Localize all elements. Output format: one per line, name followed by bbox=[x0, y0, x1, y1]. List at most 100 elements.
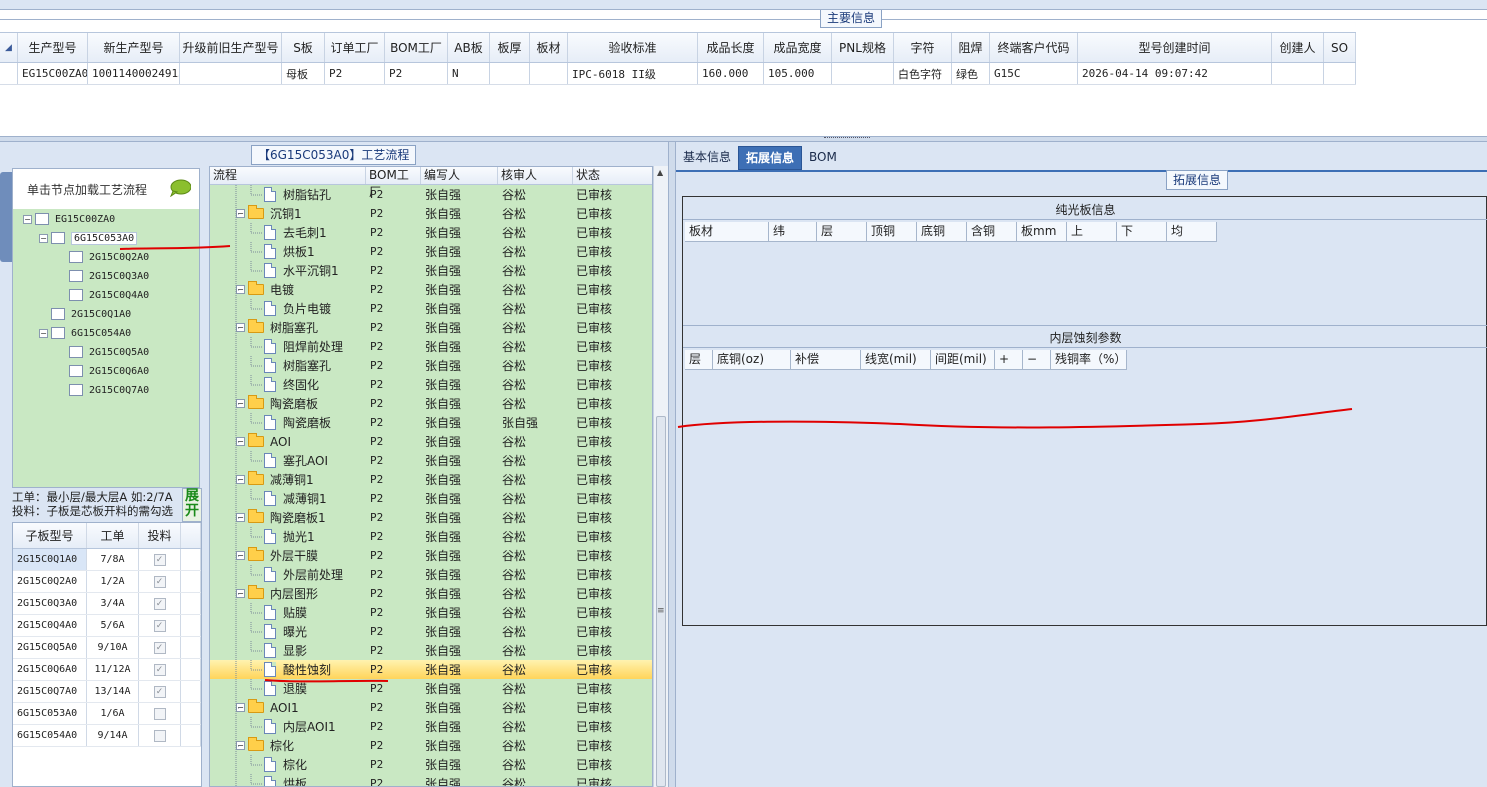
tree-collapse-icon[interactable]: − bbox=[39, 233, 48, 243]
main-grid-cell-1[interactable]: EG15C00ZA0 bbox=[18, 63, 88, 84]
tree-node-label[interactable]: 2G15C0Q2A0 bbox=[89, 252, 149, 263]
main-grid-cell-18[interactable] bbox=[1272, 63, 1324, 84]
tree-node[interactable]: 2G15C0Q3A0 bbox=[69, 267, 149, 285]
flow-step-row[interactable]: 内层AOI1 P2 张自强 谷松 已审核 bbox=[210, 717, 652, 736]
feed-checkbox-cell[interactable]: ✓ bbox=[139, 615, 181, 636]
flow-step-row[interactable]: 树脂钻孔 P2 张自强 谷松 已审核 bbox=[210, 185, 652, 204]
main-grid-header-17[interactable]: 型号创建时间 bbox=[1078, 33, 1272, 62]
flow-step-row[interactable]: 烘板1 P2 张自强 谷松 已审核 bbox=[210, 242, 652, 261]
flow-step-row[interactable]: − 沉铜1 P2 张自强 谷松 已审核 bbox=[210, 204, 652, 223]
sub-grid-row[interactable]: 2G15C0Q5A0 9/10A ✓ bbox=[13, 637, 201, 659]
checkbox-checked-icon[interactable]: ✓ bbox=[153, 597, 166, 610]
checkbox-checked-icon[interactable]: ✓ bbox=[153, 641, 166, 654]
main-grid-header-7[interactable]: AB板 bbox=[448, 33, 490, 62]
flow-step-row[interactable]: − 陶瓷磨板 P2 张自强 谷松 已审核 bbox=[210, 394, 652, 413]
scroll-up-arrow-icon[interactable]: ▲ bbox=[657, 168, 663, 177]
flow-step-row[interactable]: 去毛刺1 P2 张自强 谷松 已审核 bbox=[210, 223, 652, 242]
main-grid-cell-9[interactable] bbox=[530, 63, 568, 84]
main-grid-cell-10[interactable]: IPC-6018 II级 bbox=[568, 63, 698, 84]
sub-grid-row[interactable]: 2G15C0Q2A0 1/2A ✓ bbox=[13, 571, 201, 593]
flow-step-row[interactable]: 酸性蚀刻 P2 张自强 谷松 已审核 bbox=[210, 660, 652, 679]
main-grid-cell-14[interactable]: 白色字符 bbox=[894, 63, 952, 84]
main-grid-header-2[interactable]: 新生产型号 bbox=[88, 33, 180, 62]
main-grid-header-11[interactable]: 成品长度 bbox=[698, 33, 764, 62]
flow-header-cell[interactable]: 编写人 bbox=[421, 167, 498, 184]
flow-step-row[interactable]: 塞孔AOI P2 张自强 谷松 已审核 bbox=[210, 451, 652, 470]
sub-grid-row[interactable]: 2G15C0Q4A0 5/6A ✓ bbox=[13, 615, 201, 637]
main-grid-header-19[interactable]: SO bbox=[1324, 33, 1356, 62]
main-grid-cell-13[interactable] bbox=[832, 63, 894, 84]
flow-step-row[interactable]: 水平沉铜1 P2 张自强 谷松 已审核 bbox=[210, 261, 652, 280]
tree-node[interactable]: 2G15C0Q1A0 bbox=[51, 305, 131, 323]
sub-grid-header-cell[interactable]: 投料 bbox=[139, 523, 181, 548]
tree-node[interactable]: − EG15C00ZA0 bbox=[23, 210, 115, 228]
tree-node-label[interactable]: EG15C00ZA0 bbox=[55, 214, 115, 225]
main-grid-header-9[interactable]: 板材 bbox=[530, 33, 568, 62]
sub-grid-header-cell[interactable]: 工单 bbox=[87, 523, 139, 548]
flow-step-row[interactable]: − 内层图形 P2 张自强 谷松 已审核 bbox=[210, 584, 652, 603]
main-grid-cell-5[interactable]: P2 bbox=[325, 63, 385, 84]
tree-node-label[interactable]: 6G15C054A0 bbox=[71, 328, 131, 339]
main-grid-cell-2[interactable]: 10011400024915 bbox=[88, 63, 180, 84]
main-grid-data-row[interactable]: EG15C00ZA0 10011400024915 母板 P2 P2 N IPC-6018 … bbox=[0, 63, 1356, 85]
tree-node[interactable]: 2G15C0Q4A0 bbox=[69, 286, 149, 304]
flow-header-cell[interactable]: BOM工厂 bbox=[366, 167, 421, 199]
checkbox-checked-icon[interactable]: ✓ bbox=[153, 685, 166, 698]
sub-grid-row[interactable]: 2G15C0Q1A0 7/8A ✓ bbox=[13, 549, 201, 571]
main-grid-cell-6[interactable]: P2 bbox=[385, 63, 448, 84]
sub-grid-row[interactable]: 2G15C0Q3A0 3/4A ✓ bbox=[13, 593, 201, 615]
main-grid-header-6[interactable]: BOM工厂 bbox=[385, 33, 448, 62]
main-grid-header-12[interactable]: 成品宽度 bbox=[764, 33, 832, 62]
main-grid-header-14[interactable]: 字符 bbox=[894, 33, 952, 62]
checkbox-checked-icon[interactable]: ✓ bbox=[153, 619, 166, 632]
flow-step-row[interactable]: 外层前处理 P2 张自强 谷松 已审核 bbox=[210, 565, 652, 584]
expand-button[interactable]: 展开 bbox=[182, 488, 202, 522]
feed-checkbox-cell[interactable]: ✓ bbox=[139, 681, 181, 702]
tree-node-label[interactable]: 6G15C053A0 bbox=[71, 231, 138, 245]
tree-node-label[interactable]: 2G15C0Q1A0 bbox=[71, 309, 131, 320]
flow-step-row[interactable]: − 棕化 P2 张自强 谷松 已审核 bbox=[210, 736, 652, 755]
tree-collapse-icon[interactable]: − bbox=[23, 214, 32, 224]
feed-checkbox-cell[interactable]: ✓ bbox=[139, 659, 181, 680]
vertical-splitter[interactable] bbox=[668, 142, 676, 787]
tree-collapse-icon[interactable]: − bbox=[39, 328, 48, 338]
main-grid-cell-19[interactable] bbox=[1324, 63, 1356, 84]
checkbox-unchecked-icon[interactable] bbox=[153, 729, 166, 742]
feed-checkbox-cell[interactable]: ✓ bbox=[139, 593, 181, 614]
tree-node[interactable]: − 6G15C053A0 bbox=[39, 229, 138, 247]
tree-node-label[interactable]: 2G15C0Q7A0 bbox=[89, 385, 149, 396]
flow-step-row[interactable]: 树脂塞孔 P2 张自强 谷松 已审核 bbox=[210, 356, 652, 375]
tree-node-label[interactable]: 2G15C0Q3A0 bbox=[89, 271, 149, 282]
checkbox-checked-icon[interactable]: ✓ bbox=[153, 553, 166, 566]
flow-step-row[interactable]: − 减薄铜1 P2 张自强 谷松 已审核 bbox=[210, 470, 652, 489]
tree-node[interactable]: 2G15C0Q6A0 bbox=[69, 362, 149, 380]
flow-scrollbar[interactable]: ▲ ≡ bbox=[653, 166, 668, 787]
sub-grid-header-cell[interactable] bbox=[181, 523, 201, 548]
tree-node-label[interactable]: 2G15C0Q6A0 bbox=[89, 366, 149, 377]
tab-2[interactable]: BOM bbox=[802, 146, 844, 170]
flow-step-row[interactable]: 显影 P2 张自强 谷松 已审核 bbox=[210, 641, 652, 660]
checkbox-unchecked-icon[interactable] bbox=[153, 707, 166, 720]
main-grid-header-13[interactable]: PNL规格 bbox=[832, 33, 894, 62]
main-grid-header-1[interactable]: 生产型号 bbox=[18, 33, 88, 62]
tree-node[interactable]: 2G15C0Q5A0 bbox=[69, 343, 149, 361]
main-grid-cell-7[interactable]: N bbox=[448, 63, 490, 84]
checkbox-checked-icon[interactable]: ✓ bbox=[153, 663, 166, 676]
flow-step-row[interactable]: − 陶瓷磨板1 P2 张自强 谷松 已审核 bbox=[210, 508, 652, 527]
feed-checkbox-cell[interactable]: ✓ bbox=[139, 549, 181, 570]
flow-step-row[interactable]: − 电镀 P2 张自强 谷松 已审核 bbox=[210, 280, 652, 299]
flow-step-row[interactable]: 负片电镀 P2 张自强 谷松 已审核 bbox=[210, 299, 652, 318]
feed-checkbox-cell[interactable]: ✓ bbox=[139, 637, 181, 658]
main-grid-cell-0[interactable] bbox=[0, 63, 18, 84]
main-grid-cell-16[interactable]: G15C bbox=[990, 63, 1078, 84]
flow-step-row[interactable]: 烘板 P2 张自强 谷松 已审核 bbox=[210, 774, 652, 786]
sub-grid-row[interactable]: 2G15C0Q6A0 11/12A ✓ bbox=[13, 659, 201, 681]
main-grid-cell-17[interactable]: 2026-04-14 09:07:42 bbox=[1078, 63, 1272, 84]
flow-header-cell[interactable]: 状态 bbox=[573, 167, 652, 184]
flow-step-row[interactable]: − 外层干膜 P2 张自强 谷松 已审核 bbox=[210, 546, 652, 565]
main-grid-header-18[interactable]: 创建人 bbox=[1272, 33, 1324, 62]
scroll-thumb[interactable] bbox=[656, 416, 666, 787]
main-grid-cell-12[interactable]: 105.000 bbox=[764, 63, 832, 84]
main-grid-cell-15[interactable]: 绿色 bbox=[952, 63, 990, 84]
main-grid-cell-8[interactable] bbox=[490, 63, 530, 84]
